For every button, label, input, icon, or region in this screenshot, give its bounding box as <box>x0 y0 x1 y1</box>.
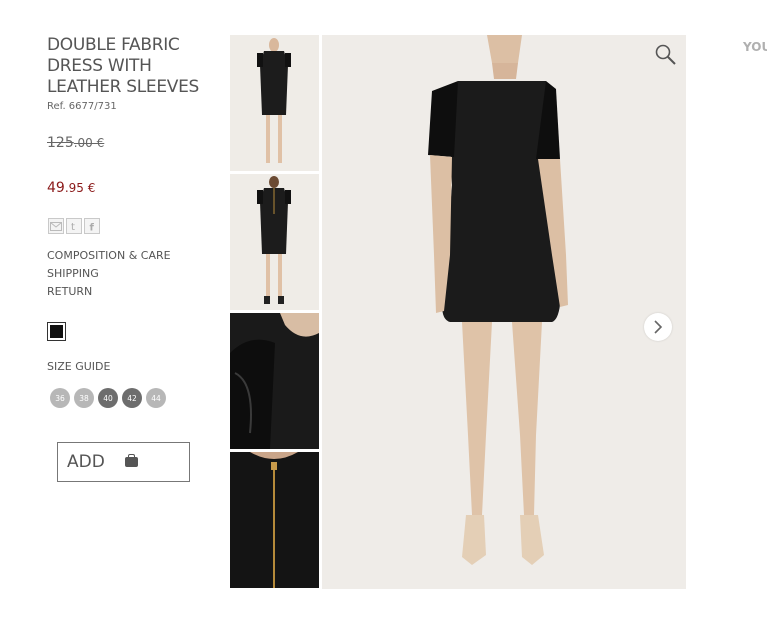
composition-care-link[interactable]: COMPOSITION & CARE <box>47 247 171 265</box>
old-price: 125.00 € <box>47 135 104 151</box>
twitter-icon[interactable]: t <box>66 218 82 234</box>
product-info: DOUBLE FABRIC DRESS WITH LEATHER SLEEVES… <box>47 35 229 112</box>
size-guide-link[interactable]: SIZE GUIDE <box>47 360 110 373</box>
dress-photo <box>322 35 686 589</box>
product-title: DOUBLE FABRIC DRESS WITH LEATHER SLEEVES <box>47 35 200 97</box>
add-button-label: ADD <box>67 452 105 472</box>
shopping-bag-icon <box>124 454 138 467</box>
old-price-integer: 125 <box>47 135 74 151</box>
info-links: COMPOSITION & CARE SHIPPING RETURN <box>47 247 171 301</box>
thumbnail-strip <box>230 35 319 591</box>
thumbnail-sleeve-detail[interactable] <box>230 313 319 449</box>
chevron-right-icon <box>654 320 663 334</box>
thumbnail-zipper-detail[interactable] <box>230 452 319 588</box>
main-product-image[interactable] <box>322 35 686 589</box>
size-selector: 36 38 40 42 44 <box>50 388 166 408</box>
size-option-44[interactable]: 44 <box>146 388 166 408</box>
thumbnail-front[interactable] <box>230 35 319 171</box>
facebook-icon[interactable]: f <box>84 218 100 234</box>
old-price-decimal: .00 € <box>73 136 105 150</box>
email-icon[interactable] <box>48 218 64 234</box>
shipping-link[interactable]: SHIPPING <box>47 265 171 283</box>
return-link[interactable]: RETURN <box>47 283 171 301</box>
thumbnail-back[interactable] <box>230 174 319 310</box>
size-option-36[interactable]: 36 <box>50 388 70 408</box>
size-option-42[interactable]: 42 <box>122 388 142 408</box>
size-option-40[interactable]: 40 <box>98 388 118 408</box>
product-reference: Ref. 6677/731 <box>47 101 117 112</box>
size-option-38[interactable]: 38 <box>74 388 94 408</box>
svg-text:t: t <box>71 222 75 231</box>
share-icons: t f <box>48 218 100 234</box>
swatch-fill <box>50 325 63 338</box>
sale-price-decimal: .95 € <box>64 181 96 195</box>
color-swatch-black[interactable] <box>47 322 66 341</box>
svg-text:f: f <box>90 223 95 232</box>
sale-price-integer: 49 <box>47 180 65 196</box>
add-to-bag-button[interactable]: ADD <box>57 442 190 482</box>
sale-price: 49.95 € <box>47 180 95 196</box>
zoom-icon[interactable] <box>654 43 678 67</box>
next-image-button[interactable] <box>644 313 672 341</box>
header-right-text[interactable]: YOU <box>743 40 767 54</box>
